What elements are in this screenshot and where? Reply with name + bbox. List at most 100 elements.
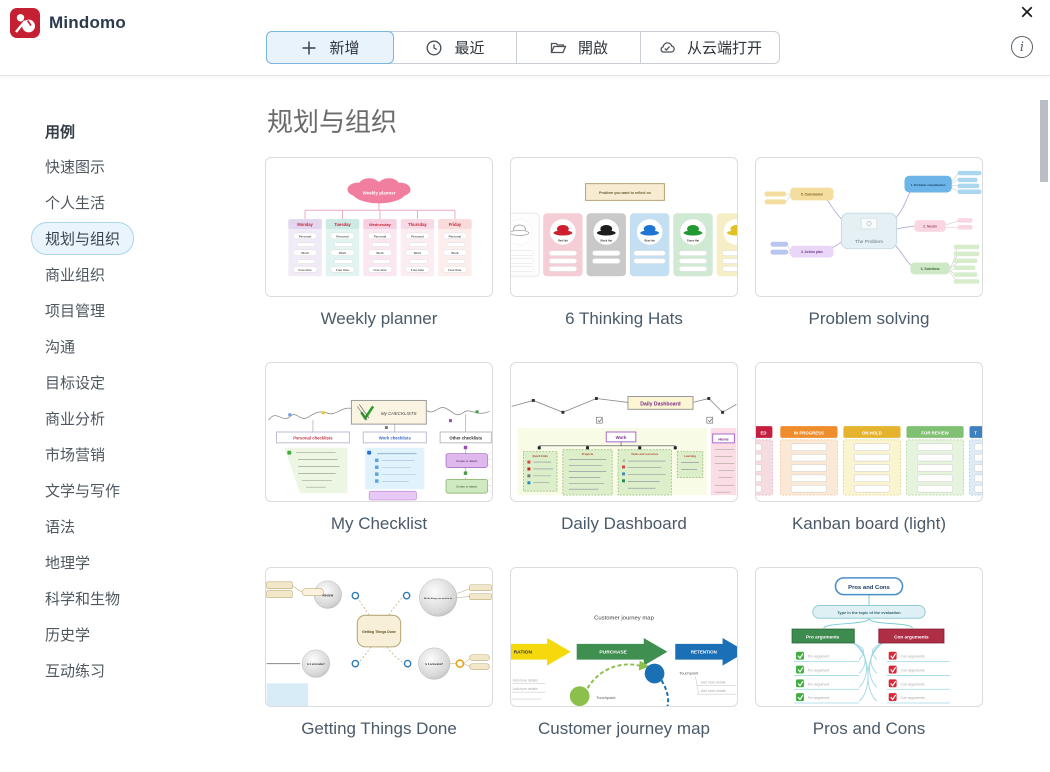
svg-text:Work checklists: Work checklists xyxy=(379,435,412,440)
svg-text:Blue Hat: Blue Hat xyxy=(644,238,654,242)
template-caption: Getting Things Done xyxy=(265,719,493,739)
kanban-column-red: ED xyxy=(756,426,772,495)
svg-text:ED: ED xyxy=(761,430,767,435)
info-icon: i xyxy=(1020,40,1024,55)
pro-fan-lines xyxy=(853,643,868,701)
template-caption: Pros and Cons xyxy=(755,719,983,739)
sidebar-item-quick-diagrams[interactable]: 快速图示 xyxy=(0,148,265,184)
app-title: Mindomo xyxy=(49,13,126,33)
wavy-line-right xyxy=(426,408,489,415)
svg-text:Pro arguments: Pro arguments xyxy=(806,634,840,640)
svg-text:IN PROGRESS: IN PROGRESS xyxy=(794,430,824,435)
template-card-weekly-planner[interactable]: Weekly planner Monday Personal xyxy=(265,157,493,329)
orange-ring xyxy=(456,660,463,667)
svg-text:Work: Work xyxy=(451,251,459,255)
sidebar-item-interactive-exercises[interactable]: 互动练习 xyxy=(0,652,265,688)
touchpoint-label: Touchpoint xyxy=(679,670,699,675)
tab-group: 新增 最近 開啟 从云端打开 xyxy=(266,31,780,64)
kanban-column-in-progress: IN PROGRESS xyxy=(780,426,837,495)
svg-text:Create or attach: Create or attach xyxy=(456,485,477,489)
template-card-problem-solving[interactable]: The Problem 1. Problem visualization 2. … xyxy=(755,157,983,329)
day-column: Wednesday Personal Work Free time xyxy=(363,219,397,276)
my-checklist-thumb-svg: My CHECKLISTS Personal checklists Work c… xyxy=(266,363,492,501)
template-card-daily-dashboard[interactable]: Daily Dashboard Work xyxy=(510,362,738,534)
template-card-getting-things-done[interactable]: Review All the things you need to do Is … xyxy=(265,567,493,739)
svg-text:Home: Home xyxy=(718,437,728,441)
svg-text:Free time: Free time xyxy=(373,268,386,272)
svg-text:Free time: Free time xyxy=(336,268,349,272)
svg-text:Wednesday: Wednesday xyxy=(369,222,392,227)
pro-rows: Pro argument Pro argument Pro argument P… xyxy=(794,652,859,703)
svg-text:Work: Work xyxy=(301,251,309,255)
con-rows: Con arguments Con arguments Con argument… xyxy=(887,652,950,703)
blue-dashed-arc xyxy=(661,680,668,706)
info-button[interactable]: i xyxy=(1011,36,1033,58)
sidebar-item-personal-life[interactable]: 个人生活 xyxy=(0,184,265,220)
other-area: Create or attach Create or attach xyxy=(446,446,491,493)
svg-text:Friday: Friday xyxy=(449,222,462,227)
sidebar-item-science-biology[interactable]: 科学和生物 xyxy=(0,580,265,616)
daily-pill xyxy=(302,589,324,596)
hat-column-red: Red Hat xyxy=(543,213,582,276)
template-thumbnail: Review All the things you need to do Is … xyxy=(265,567,493,707)
sidebar-item-communication[interactable]: 沟通 xyxy=(0,328,265,364)
svg-text:Create or attach: Create or attach xyxy=(456,459,477,463)
svg-text:Thursday: Thursday xyxy=(408,222,427,227)
tab-label: 最近 xyxy=(454,37,484,58)
template-card-my-checklist[interactable]: My CHECKLISTS Personal checklists Work c… xyxy=(265,362,493,534)
sidebar-item-goal-setting[interactable]: 目标设定 xyxy=(0,364,265,400)
svg-text:Free time: Free time xyxy=(411,268,424,272)
svg-text:Personal: Personal xyxy=(374,234,387,238)
page-title: 规划与组织 xyxy=(267,102,1025,139)
brand: Mindomo xyxy=(10,8,126,38)
svg-text:Learning: Learning xyxy=(684,454,696,458)
template-card-customer-journey-map[interactable]: Customer journey map RATION PURCHASE RET… xyxy=(510,567,738,739)
work-sub-node xyxy=(369,491,416,500)
template-thumbnail: My CHECKLISTS Personal checklists Work c… xyxy=(265,362,493,502)
sidebar-item-grammar[interactable]: 语法 xyxy=(0,508,265,544)
mindomo-logo-icon xyxy=(10,8,40,38)
template-thumbnail: Problem you want to reflect on xyxy=(510,157,738,297)
svg-text:Con arguments: Con arguments xyxy=(901,669,925,673)
close-button[interactable]: × xyxy=(1016,0,1038,27)
svg-text:Add more details: Add more details xyxy=(513,678,538,682)
template-caption: 6 Thinking Hats xyxy=(510,309,738,329)
tab-recent[interactable]: 最近 xyxy=(394,32,517,63)
template-card-kanban-board[interactable]: ED IN PROGRESS xyxy=(755,362,983,534)
template-card-6-thinking-hats[interactable]: Problem you want to reflect on xyxy=(510,157,738,329)
sidebar-item-marketing[interactable]: 市场营销 xyxy=(0,436,265,472)
day-column: Friday Personal Work Free time xyxy=(438,219,472,276)
svg-text:Red Hat: Red Hat xyxy=(558,238,568,242)
svg-text:T: T xyxy=(974,430,977,435)
svg-text:Black Hat: Black Hat xyxy=(600,238,612,242)
sidebar-item-geography[interactable]: 地理学 xyxy=(0,544,265,580)
thumb-topic: Customer journey map xyxy=(594,615,654,621)
scrollbar-thumb[interactable] xyxy=(1040,100,1048,182)
svg-text:Free time: Free time xyxy=(299,268,312,272)
gtd-thumb-svg: Review All the things you need to do Is … xyxy=(266,568,492,706)
template-card-pros-and-cons[interactable]: Pros and Cons Type in the topic of the e… xyxy=(755,567,983,739)
sidebar-item-planning-organizing[interactable]: 规划与组织 xyxy=(0,220,265,256)
wavy-line-left xyxy=(269,408,352,420)
sidebar-item-business-analysis[interactable]: 商业分析 xyxy=(0,400,265,436)
tab-label: 新增 xyxy=(329,37,359,58)
svg-text:Con arguments: Con arguments xyxy=(901,655,925,659)
sidebar-item-history[interactable]: 历史学 xyxy=(0,616,265,652)
tab-open[interactable]: 開啟 xyxy=(517,32,641,63)
svg-text:RATION: RATION xyxy=(514,650,533,656)
svg-text:Work: Work xyxy=(414,251,422,255)
tab-new[interactable]: 新增 xyxy=(266,31,394,64)
leaves-green xyxy=(954,245,980,284)
svg-text:Work: Work xyxy=(616,435,627,440)
template-thumbnail: Weekly planner Monday Personal xyxy=(265,157,493,297)
thumb-topic: My CHECKLISTS xyxy=(381,411,417,416)
svg-text:Pro argument: Pro argument xyxy=(808,696,829,700)
day-column: Thursday Personal Work Free time xyxy=(401,219,435,276)
tab-open-from-cloud[interactable]: 从云端打开 xyxy=(641,32,779,63)
svg-text:5. Conclusion: 5. Conclusion xyxy=(801,192,823,196)
tab-label: 開啟 xyxy=(578,37,608,58)
sidebar-item-business-organization[interactable]: 商业组织 xyxy=(0,256,265,292)
sidebar-item-literature-writing[interactable]: 文学与写作 xyxy=(0,472,265,508)
sidebar-item-project-management[interactable]: 项目管理 xyxy=(0,292,265,328)
svg-text:Personal: Personal xyxy=(411,234,424,238)
